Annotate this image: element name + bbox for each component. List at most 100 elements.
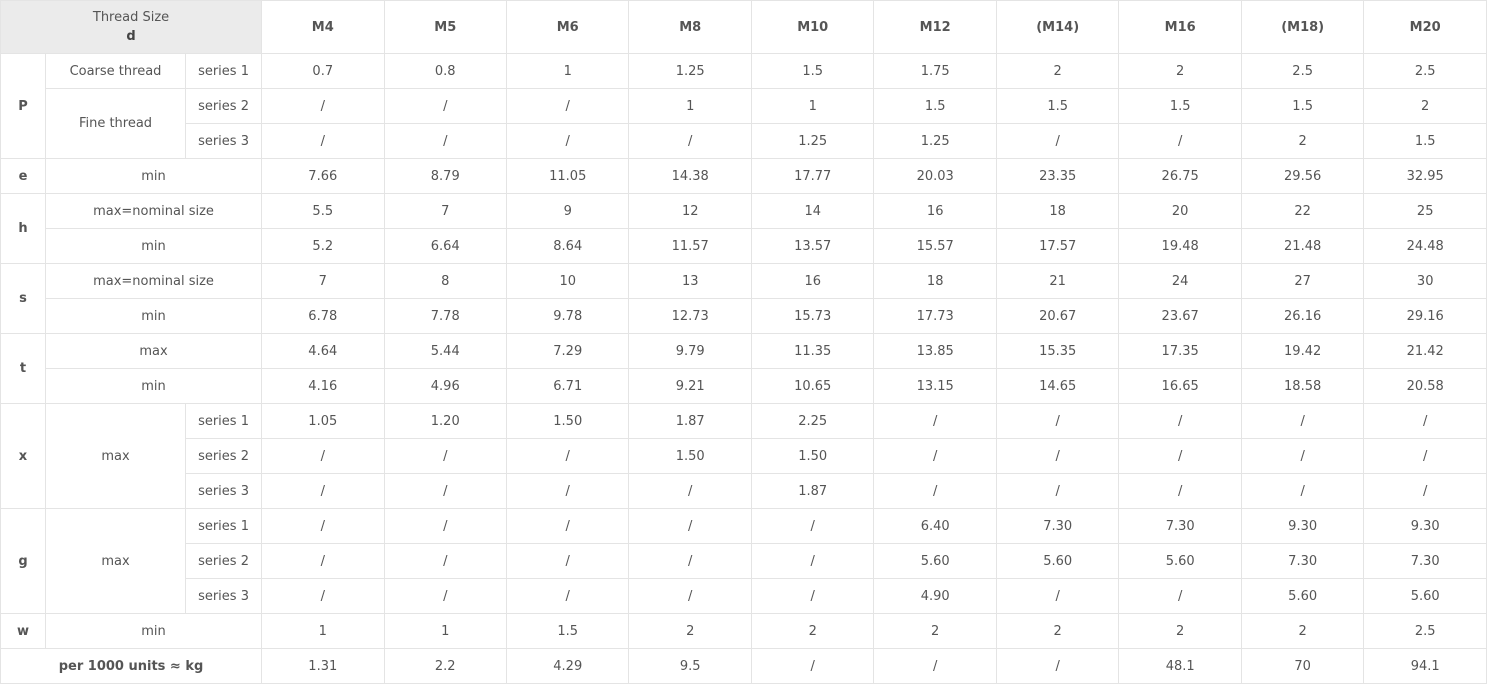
value-cell: 2.5 bbox=[1240, 53, 1365, 89]
param-g: g bbox=[0, 508, 46, 614]
value-cell: 7.30 bbox=[995, 508, 1120, 544]
value-cell: 2.5 bbox=[1363, 53, 1487, 89]
value-cell: 16.65 bbox=[1118, 368, 1242, 404]
value-cell: 12.73 bbox=[628, 298, 752, 334]
value-cell: 4.29 bbox=[505, 648, 630, 684]
param-h: h bbox=[0, 193, 46, 264]
thread-size-symbol: d bbox=[126, 29, 136, 44]
series-label: series 2 bbox=[184, 438, 263, 474]
value-cell: / bbox=[628, 543, 752, 579]
value-cell: 1.25 bbox=[628, 53, 752, 89]
value-cell: 9.78 bbox=[505, 298, 630, 334]
value-cell: / bbox=[505, 123, 630, 159]
size-header: M8 bbox=[628, 0, 752, 54]
value-cell: 25 bbox=[1363, 193, 1487, 229]
value-cell: 29.16 bbox=[1363, 298, 1487, 334]
size-header: M5 bbox=[383, 0, 508, 54]
table-row: series 3 // / //4.90//5.60 5.60 bbox=[1, 578, 1487, 614]
value-cell: 19.42 bbox=[1240, 333, 1365, 369]
value-cell: 20.58 bbox=[1363, 368, 1487, 404]
value-cell: 7.30 bbox=[1118, 508, 1242, 544]
value-cell: / bbox=[505, 473, 630, 509]
param-p: P bbox=[0, 53, 46, 159]
value-cell: / bbox=[995, 648, 1120, 684]
value-cell: / bbox=[505, 438, 630, 474]
value-cell: 14 bbox=[750, 193, 875, 229]
table-row: s max=nominal size 7 8 10 13 16 18 21 24 27 30 bbox=[0, 263, 1487, 334]
value-cell: / bbox=[1118, 473, 1242, 509]
series-label: series 3 bbox=[184, 578, 263, 614]
value-cell: 5.60 bbox=[995, 543, 1120, 579]
value-cell: / bbox=[383, 543, 508, 579]
value-cell: 1.05 bbox=[261, 403, 385, 439]
value-cell: / bbox=[995, 123, 1120, 159]
thread-size-header: Thread Size d bbox=[0, 0, 263, 54]
size-header: M10 bbox=[750, 0, 875, 54]
value-cell: / bbox=[383, 88, 508, 124]
value-cell: 6.71 bbox=[505, 368, 630, 404]
max-nominal-label: max=nominal size bbox=[44, 263, 263, 299]
value-cell: 9.21 bbox=[628, 368, 752, 404]
value-cell: / bbox=[995, 403, 1120, 439]
value-cell: / bbox=[628, 123, 752, 159]
value-cell: 9.79 bbox=[628, 333, 752, 369]
table-row: min 4.16 4.96 6.71 9.21 10.65 13.15 14.65 16.65… bbox=[1, 368, 1487, 404]
value-cell: 2 bbox=[1118, 53, 1242, 89]
value-cell: 6.64 bbox=[383, 228, 508, 264]
value-cell: / bbox=[383, 508, 508, 544]
value-cell: 2.25 bbox=[750, 403, 875, 439]
value-cell: 20.67 bbox=[995, 298, 1120, 334]
value-cell: 1.5 bbox=[750, 53, 875, 89]
value-cell: / bbox=[1363, 438, 1487, 474]
value-cell: 7 bbox=[383, 193, 508, 229]
value-cell: 21.48 bbox=[1240, 228, 1365, 264]
value-cell: 2 bbox=[1240, 123, 1365, 159]
value-cell: / bbox=[1240, 438, 1365, 474]
value-cell: 20.03 bbox=[873, 158, 997, 194]
value-cell: 5.44 bbox=[383, 333, 508, 369]
value-cell: 5.60 bbox=[873, 543, 997, 579]
value-cell: 24.48 bbox=[1363, 228, 1487, 264]
value-cell: / bbox=[628, 578, 752, 614]
coarse-thread-label: Coarse thread bbox=[45, 53, 186, 89]
value-cell: / bbox=[750, 543, 875, 579]
table-row: min 6.78 7.78 9.78 12.73 15.73 17.73 20.67 23.6… bbox=[1, 298, 1487, 334]
value-cell: / bbox=[383, 578, 508, 614]
series-label: series 1 bbox=[184, 53, 263, 89]
value-cell: 1.25 bbox=[873, 123, 997, 159]
value-cell: / bbox=[1240, 403, 1365, 439]
value-cell: 23.67 bbox=[1118, 298, 1242, 334]
value-cell: 1.5 bbox=[995, 88, 1120, 124]
value-cell: 94.1 bbox=[1363, 648, 1487, 684]
value-cell: / bbox=[261, 438, 385, 474]
value-cell: 2 bbox=[995, 613, 1120, 649]
table-row: x max series 1 1.05 1.20 1.50 1.87 2.25// / / / bbox=[0, 403, 1487, 509]
value-cell: 1.75 bbox=[873, 53, 997, 89]
value-cell: 0.7 bbox=[261, 53, 385, 89]
value-cell: 2 bbox=[873, 613, 997, 649]
size-header: M12 bbox=[873, 0, 997, 54]
param-w: w bbox=[0, 613, 46, 649]
table-row: min 5.2 6.64 8.64 11.57 13.57 15.57 17.57 19.48… bbox=[1, 228, 1487, 264]
table-row: g max series 1 // / //6.40 7.30 7.30 9.30 9.30 bbox=[0, 508, 1487, 614]
value-cell: / bbox=[261, 473, 385, 509]
value-cell: / bbox=[261, 508, 385, 544]
value-cell: 8 bbox=[383, 263, 508, 299]
size-header: M16 bbox=[1118, 0, 1242, 54]
value-cell: 48.1 bbox=[1118, 648, 1242, 684]
series-label: series 2 bbox=[184, 543, 263, 579]
value-cell: 6.40 bbox=[873, 508, 997, 544]
value-cell: 2.5 bbox=[1363, 613, 1487, 649]
value-cell: 14.65 bbox=[995, 368, 1120, 404]
value-cell: 4.90 bbox=[873, 578, 997, 614]
value-cell: 16 bbox=[873, 193, 997, 229]
value-cell: 4.16 bbox=[261, 368, 385, 404]
value-cell: 15.35 bbox=[995, 333, 1120, 369]
max-label: max bbox=[45, 508, 186, 614]
value-cell: 19.48 bbox=[1118, 228, 1242, 264]
value-cell: 9.5 bbox=[628, 648, 752, 684]
value-cell: 17.77 bbox=[750, 158, 875, 194]
value-cell: 22 bbox=[1240, 193, 1365, 229]
thread-size-label: Thread Size bbox=[92, 10, 170, 25]
param-e: e bbox=[0, 158, 46, 194]
